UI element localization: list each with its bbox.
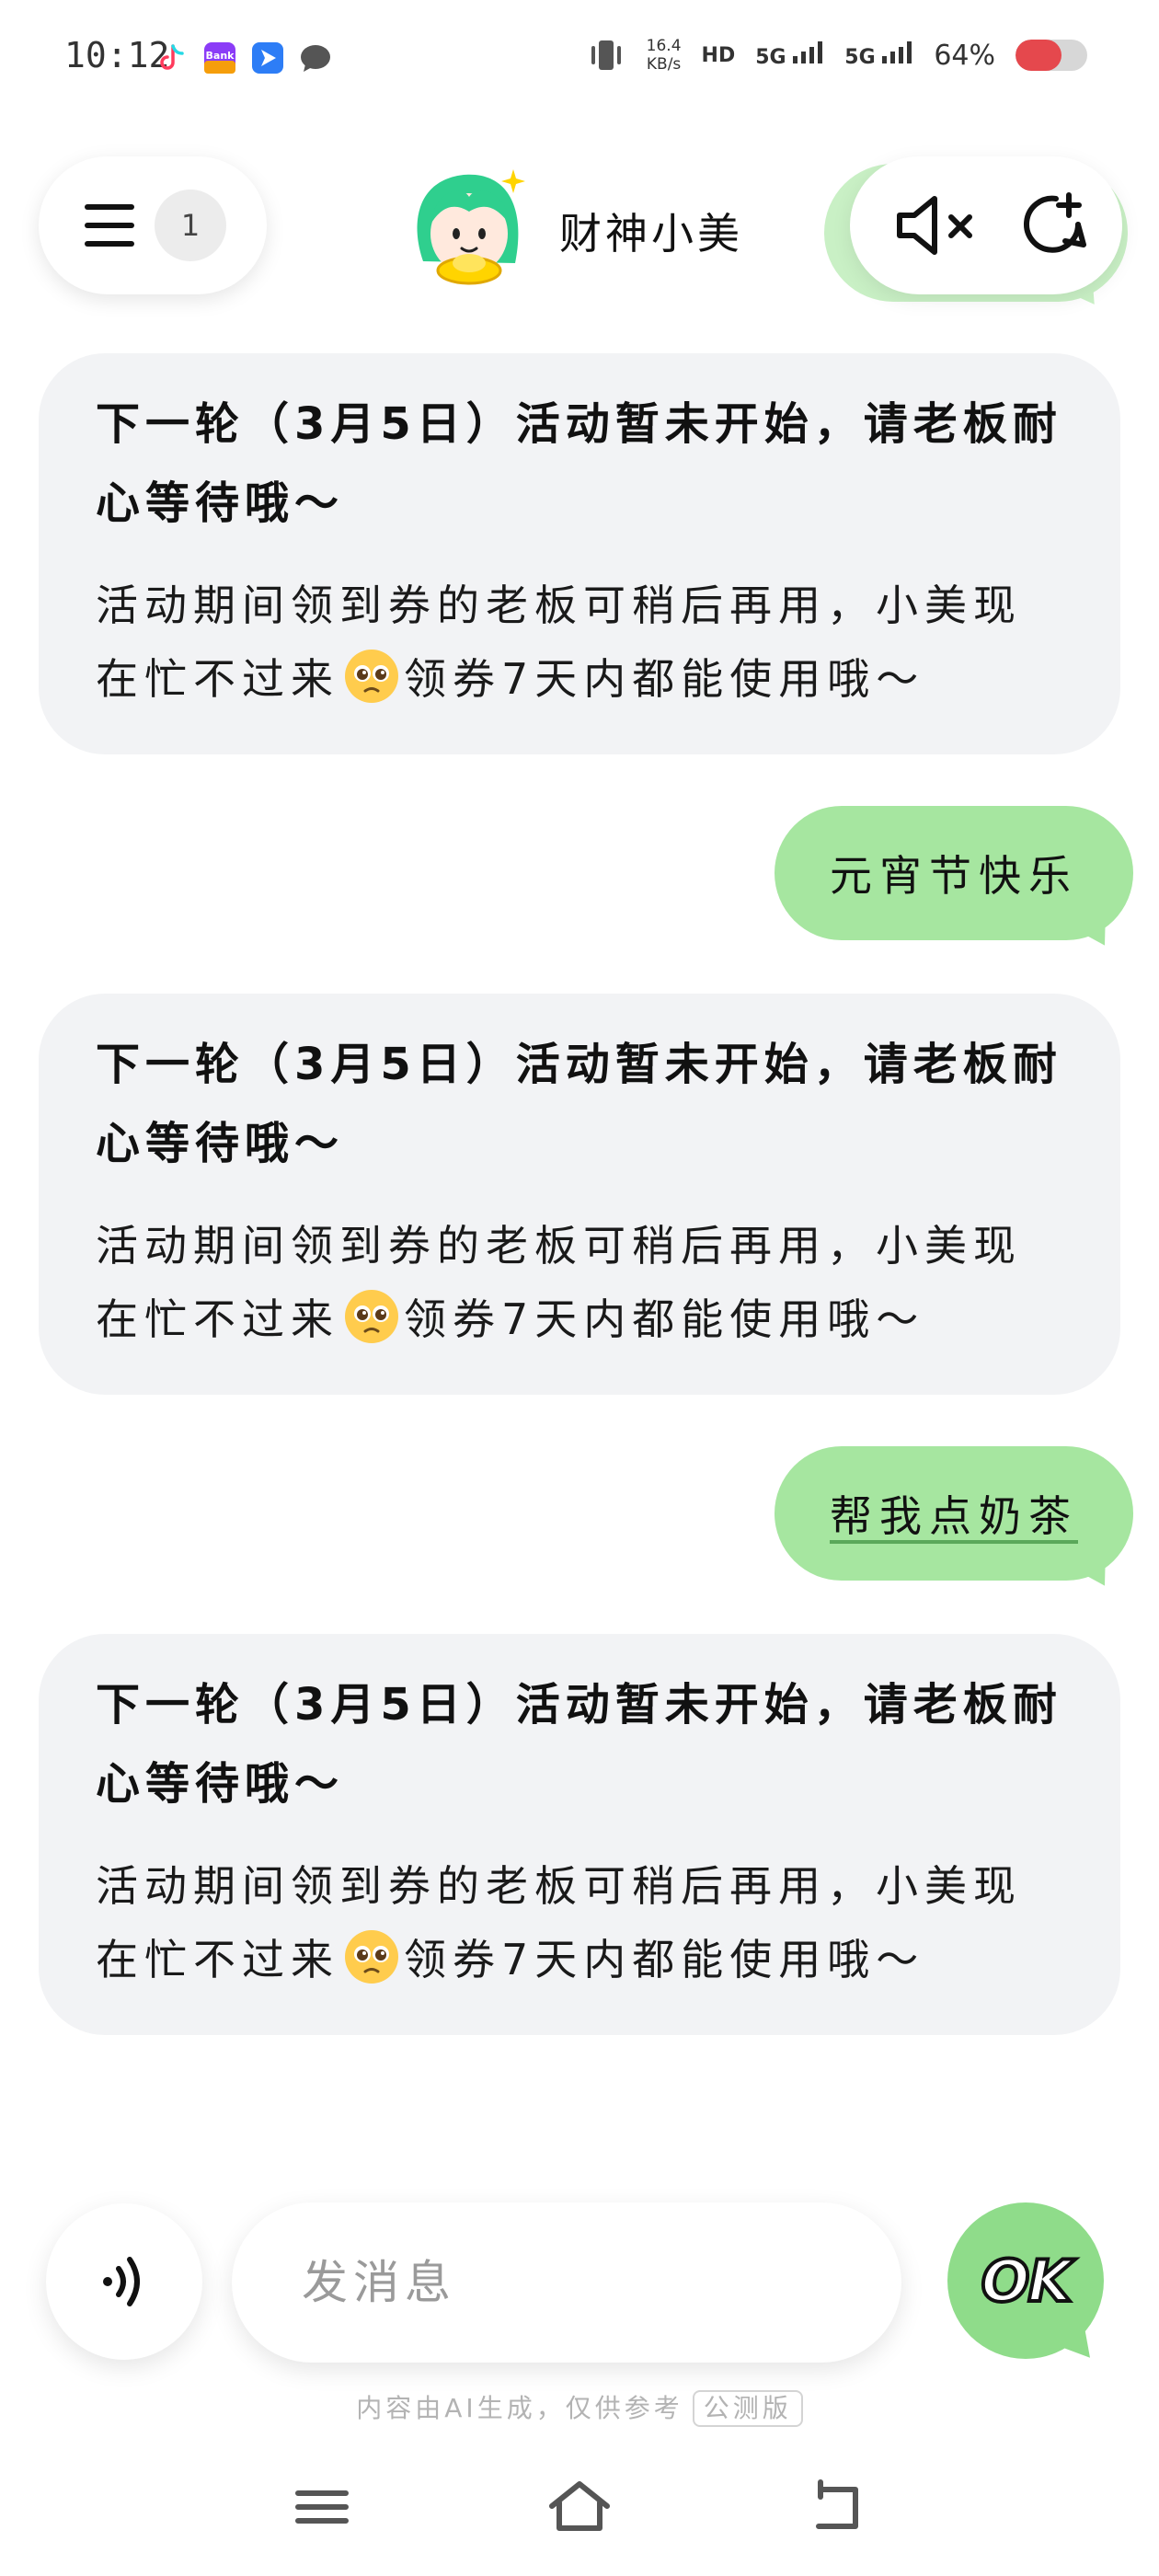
voice-input-button[interactable] — [46, 2203, 202, 2360]
message-icon — [301, 45, 330, 72]
home-icon[interactable] — [543, 2475, 616, 2539]
sim2-label: 5G — [844, 46, 876, 69]
bot-message-title: 下一轮（3月5日）活动暂未开始，请老板耐心等待哦～ — [96, 1679, 1062, 1810]
status-bar: 10:12 Bank 16.4 KB/s HD 5G 5G 64% — [0, 0, 1159, 120]
ai-disclaimer-text: 内容由AI生成，仅供参考 — [356, 2393, 683, 2423]
signal-sim1: 5G — [755, 41, 824, 69]
menu-button[interactable]: 1 — [39, 156, 267, 294]
bot-avatar[interactable] — [405, 160, 534, 289]
signal-bars-icon — [882, 41, 912, 63]
signal-sim2: 5G — [844, 41, 913, 69]
notification-icons: Bank — [155, 40, 333, 75]
pleading-face-icon — [345, 1930, 398, 1984]
bot-message-body: 活动期间领到券的老板可稍后再用，小美现在忙不过来 领券7天内都能使用哦～ — [96, 1849, 1065, 1996]
pleading-face-icon — [345, 1290, 398, 1343]
bot-message-text: 领券7天内都能使用哦～ — [404, 654, 925, 704]
user-message-text: 元宵节快乐 — [830, 851, 1078, 901]
bot-message[interactable]: 下一轮（3月5日）活动暂未开始，请老板耐心等待哦～ 活动期间领到券的老板可稍后再… — [39, 1634, 1120, 2035]
conversation-count-badge: 1 — [155, 190, 226, 261]
user-message-text: 帮我点奶茶 — [830, 1491, 1078, 1541]
network-speed-value: 16.4 — [646, 37, 682, 55]
battery-percent: 64% — [934, 39, 995, 72]
network-speed: 16.4 KB/s — [647, 37, 682, 74]
battery-icon — [1016, 40, 1087, 71]
battery-fill — [1016, 40, 1061, 71]
user-message-bubble: 帮我点奶茶 — [775, 1446, 1133, 1581]
user-message-bubble: 元宵节快乐 — [775, 806, 1133, 940]
user-message[interactable]: 元宵节快乐 — [775, 806, 1133, 956]
beta-badge: 公测版 — [692, 2390, 803, 2427]
network-speed-unit: KB/s — [646, 55, 682, 74]
bot-message-body: 活动期间领到券的老板可稍后再用，小美现在忙不过来 领券7天内都能使用哦～ — [96, 1209, 1065, 1356]
header-actions — [850, 156, 1122, 294]
system-nav-bar — [0, 2466, 1159, 2558]
bot-message-text: 领券7天内都能使用哦～ — [404, 1935, 925, 1984]
bot-name: 财神小美 — [559, 209, 743, 259]
svg-text:Bank: Bank — [206, 50, 235, 62]
bot-message[interactable]: 下一轮（3月5日）活动暂未开始，请老板耐心等待哦～ 活动期间领到券的老板可稍后再… — [39, 994, 1120, 1395]
bank-app-icon: Bank — [204, 42, 235, 74]
user-message[interactable]: 帮我点奶茶 — [775, 1446, 1133, 1596]
message-input[interactable] — [232, 2202, 901, 2363]
signal-bars-icon — [793, 41, 823, 63]
new-chat-icon[interactable] — [1016, 188, 1089, 261]
bot-message[interactable]: 下一轮（3月5日）活动暂未开始，请老板耐心等待哦～ 活动期间领到券的老板可稍后再… — [39, 353, 1120, 754]
back-icon[interactable] — [800, 2475, 874, 2539]
mute-icon[interactable] — [894, 193, 986, 258]
ai-disclaimer: 内容由AI生成，仅供参考 公测版 — [0, 2388, 1159, 2427]
navigation-app-icon — [252, 42, 283, 74]
bot-message-title: 下一轮（3月5日）活动暂未开始，请老板耐心等待哦～ — [96, 398, 1062, 529]
status-indicators: 16.4 KB/s HD 5G 5G 64% — [586, 37, 1087, 74]
tiktok-icon — [160, 44, 184, 70]
voice-wave-icon — [103, 2257, 140, 2306]
hd-indicator: HD — [701, 43, 736, 67]
recent-apps-icon[interactable] — [285, 2475, 359, 2539]
ok-button-label: OK — [980, 2246, 1074, 2317]
chat-header: 1 财神小美 — [0, 147, 1159, 316]
sim1-label: 5G — [755, 46, 786, 69]
bot-message-body: 活动期间领到券的老板可稍后再用，小美现在忙不过来 领券7天内都能使用哦～ — [96, 569, 1065, 716]
hamburger-icon — [85, 204, 134, 247]
bot-message-title: 下一轮（3月5日）活动暂未开始，请老板耐心等待哦～ — [96, 1039, 1062, 1169]
pleading-face-icon — [345, 650, 398, 703]
vibrate-icon — [591, 40, 621, 70]
bot-message-text: 领券7天内都能使用哦～ — [404, 1294, 925, 1344]
